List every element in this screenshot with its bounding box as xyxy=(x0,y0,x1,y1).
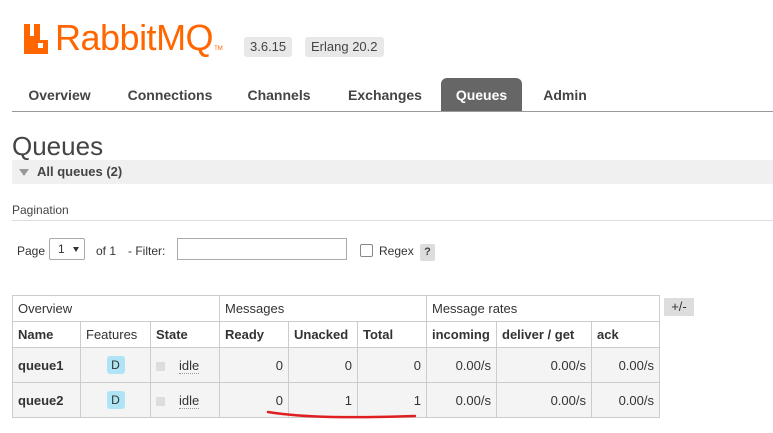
unacked-count: 0 xyxy=(288,347,358,383)
deliver-get-rate: 0.00/s xyxy=(496,347,592,383)
logo-trademark: TM xyxy=(214,46,223,52)
tab-queues[interactable]: Queues xyxy=(441,78,522,111)
tab-overview[interactable]: Overview xyxy=(12,78,107,111)
section-label: All queues (2) xyxy=(37,164,123,179)
column-toggle-button[interactable]: +/- xyxy=(664,298,694,316)
column-header-unacked[interactable]: Unacked xyxy=(288,321,358,348)
column-header-ready[interactable]: Ready xyxy=(219,321,289,348)
tab-connections[interactable]: Connections xyxy=(118,78,222,111)
deliver-get-rate: 0.00/s xyxy=(496,382,592,418)
group-header-message-rates: Message rates xyxy=(426,295,660,322)
page-select-value: 1 xyxy=(58,242,65,256)
divider xyxy=(12,220,773,221)
pagination-heading: Pagination xyxy=(12,203,69,217)
column-header-ack[interactable]: ack xyxy=(591,321,660,348)
column-header-name[interactable]: Name xyxy=(12,321,81,348)
queues-table: Overview Messages Message rates Name Fea… xyxy=(12,295,660,418)
all-queues-section-toggle[interactable]: All queues (2) xyxy=(12,160,773,184)
tab-exchanges[interactable]: Exchanges xyxy=(336,78,434,111)
collapse-caret-icon xyxy=(19,169,29,176)
rabbitmq-logo-icon xyxy=(24,24,48,54)
filter-input[interactable] xyxy=(177,238,347,260)
regex-help-button[interactable]: ? xyxy=(420,244,435,261)
queue-state: idle xyxy=(179,357,200,374)
logo-text: RabbitMQ xyxy=(55,17,214,58)
rabbitmq-logo: RabbitMQ TM xyxy=(23,17,223,58)
state-indicator-icon xyxy=(156,361,165,371)
page-label: Page xyxy=(17,244,46,258)
durable-feature-badge: D xyxy=(106,391,125,409)
durable-feature-badge: D xyxy=(106,356,125,374)
page-title: Queues xyxy=(12,131,104,161)
filter-label: - Filter: xyxy=(128,244,166,258)
column-header-deliver-get[interactable]: deliver / get xyxy=(496,321,592,348)
column-header-features[interactable]: Features xyxy=(80,321,151,348)
total-count: 0 xyxy=(357,347,427,383)
state-indicator-icon xyxy=(156,396,165,406)
chevron-down-icon xyxy=(73,247,79,252)
erlang-version-badge: Erlang 20.2 xyxy=(305,37,384,57)
incoming-rate: 0.00/s xyxy=(426,382,497,418)
tab-admin[interactable]: Admin xyxy=(532,78,598,111)
red-underline-annotation xyxy=(266,410,417,419)
main-nav-tabs: Overview Connections Channels Exchanges … xyxy=(12,78,773,112)
ready-count: 0 xyxy=(219,347,289,383)
queue-name-link[interactable]: queue2 xyxy=(12,382,81,418)
regex-label: Regex xyxy=(379,244,414,258)
column-header-total[interactable]: Total xyxy=(357,321,427,348)
queue-state: idle xyxy=(179,392,200,409)
ack-rate: 0.00/s xyxy=(591,347,660,383)
version-badge: 3.6.15 xyxy=(244,37,293,57)
group-header-messages: Messages xyxy=(219,295,427,322)
table-row: queue1 D idle 0 0 0 0.00/s 0.00/s 0.00/s xyxy=(12,347,660,383)
tab-channels[interactable]: Channels xyxy=(237,78,321,111)
ack-rate: 0.00/s xyxy=(591,382,660,418)
page-select[interactable]: 1 xyxy=(49,238,85,260)
column-header-incoming[interactable]: incoming xyxy=(426,321,497,348)
column-header-state[interactable]: State xyxy=(150,321,220,348)
page-count-label: of 1 xyxy=(96,244,117,258)
queue-name-link[interactable]: queue1 xyxy=(12,347,81,383)
incoming-rate: 0.00/s xyxy=(426,347,497,383)
group-header-overview: Overview xyxy=(12,295,220,322)
regex-checkbox[interactable] xyxy=(360,244,373,257)
